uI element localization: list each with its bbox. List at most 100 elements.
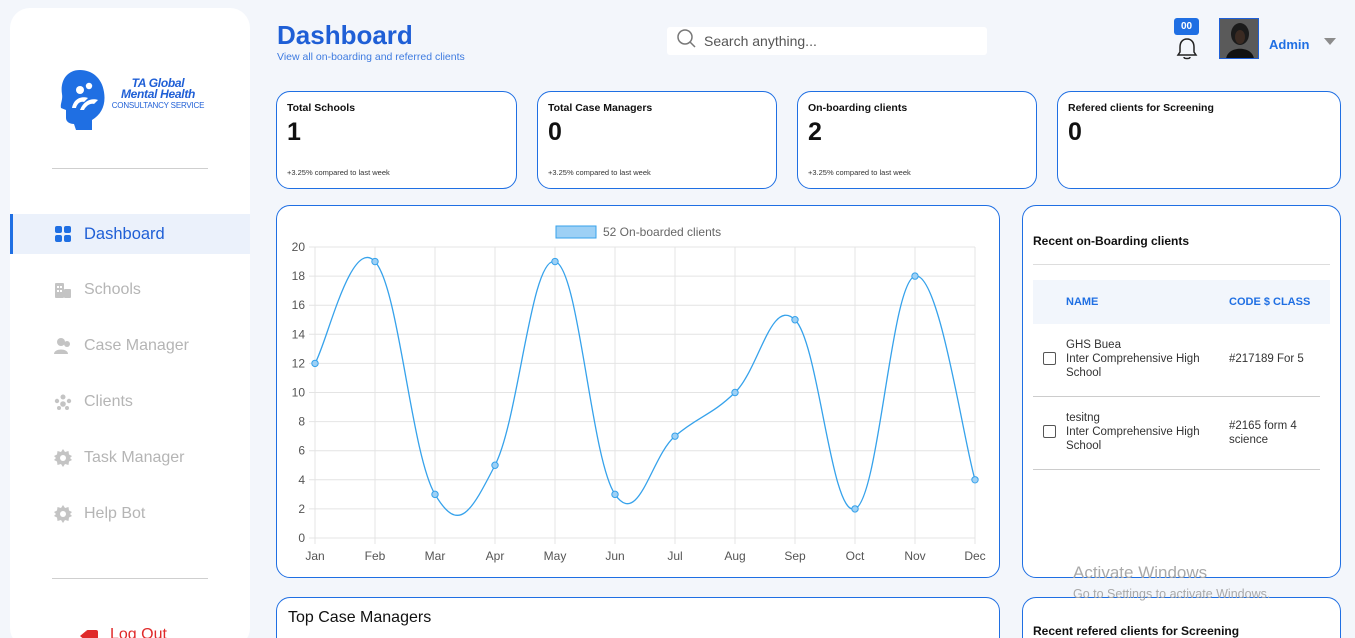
sidebar-item-label: Schools xyxy=(84,281,141,298)
x-tick-label: Mar xyxy=(425,549,446,563)
stat-footnote: +3.25% compared to last week xyxy=(808,168,911,177)
stat-footnote: +3.25% compared to last week xyxy=(287,168,390,177)
stat-footnote: +3.25% compared to last week xyxy=(548,168,651,177)
legend-label: 52 On-boarded clients xyxy=(603,225,721,239)
row-name: tesitng Inter Comprehensive High School xyxy=(1066,411,1222,453)
notification-count-badge: 00 xyxy=(1174,18,1199,35)
brand-logo[interactable]: TA Global Mental Health CONSULTANCY SERV… xyxy=(58,68,218,138)
recent-referred-title: Recent refered clients for Screening xyxy=(1033,624,1240,638)
data-point xyxy=(911,272,919,280)
search-input[interactable] xyxy=(704,33,964,49)
section-divider xyxy=(1033,264,1330,265)
brand-line3: CONSULTANCY SERVICE xyxy=(111,101,205,110)
sidebar-item-task-manager[interactable]: Task Manager xyxy=(10,438,250,478)
search-icon xyxy=(677,29,696,53)
column-header-code-class: CODE $ CLASS xyxy=(1229,296,1311,308)
brand-text: TA Global Mental Health CONSULTANCY SERV… xyxy=(106,77,210,111)
sidebar: TA Global Mental Health CONSULTANCY SERV… xyxy=(10,8,250,638)
head-logo-icon xyxy=(60,70,105,130)
logout-label: Log Out xyxy=(110,626,167,638)
x-tick-label: May xyxy=(544,549,567,563)
sidebar-item-case-manager[interactable]: Case Manager xyxy=(10,326,250,366)
sidebar-divider xyxy=(52,168,208,169)
row-checkbox[interactable] xyxy=(1043,425,1056,438)
y-tick-label: 12 xyxy=(292,356,306,370)
data-point xyxy=(971,476,979,484)
data-point xyxy=(551,257,559,266)
x-tick-label: Aug xyxy=(724,549,745,563)
x-tick-label: Apr xyxy=(486,549,505,563)
data-point xyxy=(671,432,679,440)
x-tick-label: Sep xyxy=(784,549,806,563)
top-case-managers-title: Top Case Managers xyxy=(288,609,432,626)
notification-button[interactable]: 00 xyxy=(1173,18,1201,62)
y-tick-label: 4 xyxy=(298,473,305,487)
data-point xyxy=(491,461,499,469)
sidebar-item-label: Task Manager xyxy=(84,449,185,466)
row-name-line2: Inter Comprehensive High School xyxy=(1066,426,1200,452)
row-checkbox[interactable] xyxy=(1043,352,1056,365)
bell-icon xyxy=(1176,38,1198,60)
school-icon xyxy=(54,281,72,299)
row-name-line2: Inter Comprehensive High School xyxy=(1066,353,1200,379)
stat-value: 0 xyxy=(548,118,562,146)
x-tick-label: Feb xyxy=(365,549,386,563)
gear-icon xyxy=(54,505,72,523)
user-name[interactable]: Admin xyxy=(1269,37,1309,52)
stat-title: Refered clients for Screening xyxy=(1068,102,1214,114)
page-title: Dashboard xyxy=(277,20,413,50)
users-icon xyxy=(54,337,72,355)
activate-windows-watermark: Activate Windows Go to Settings to activ… xyxy=(1073,563,1270,601)
gear-icon xyxy=(54,449,72,467)
stat-value: 2 xyxy=(808,118,822,146)
page-subtitle: View all on-boarding and referred client… xyxy=(277,51,465,63)
y-tick-label: 0 xyxy=(298,531,305,545)
sidebar-item-dashboard[interactable]: Dashboard xyxy=(10,214,250,254)
x-tick-label: Jan xyxy=(305,549,324,563)
data-point xyxy=(311,359,319,368)
recent-referred-card: Recent refered clients for Screening xyxy=(1022,597,1341,638)
brand-line2: Mental Health xyxy=(120,87,196,101)
recent-onboarding-title: Recent on-Boarding clients xyxy=(1033,234,1190,248)
sidebar-item-help-bot[interactable]: Help Bot xyxy=(10,494,250,534)
stat-card-total-schools: Total Schools 1 +3.25% compared to last … xyxy=(276,91,517,189)
logout-button[interactable]: Log Out xyxy=(80,626,167,638)
stat-title: Total Schools xyxy=(287,102,356,114)
row-name-line1: GHS Buea xyxy=(1066,339,1121,351)
data-point xyxy=(791,316,799,324)
legend-swatch xyxy=(555,225,597,239)
sidebar-item-clients[interactable]: Clients xyxy=(10,382,250,422)
x-tick-label: Jun xyxy=(605,549,624,563)
x-tick-label: Oct xyxy=(846,549,865,563)
sidebar-divider xyxy=(52,578,208,579)
x-tick-label: Dec xyxy=(964,549,985,563)
search-bar[interactable] xyxy=(667,27,987,55)
onboarding-line-chart: 0 2 4 6 8 10 12 14 16 18 20 Jan Feb Mar Apr May Jun Jul Au… xyxy=(292,225,986,563)
y-tick-label: 6 xyxy=(298,444,305,458)
table-header: NAME CODE $ CLASS xyxy=(1033,280,1330,324)
watermark-line1: Activate Windows xyxy=(1073,563,1208,582)
stat-title: On-boarding clients xyxy=(808,102,908,114)
avatar[interactable] xyxy=(1219,18,1259,59)
logout-icon xyxy=(80,628,100,638)
row-code: #217189 For 5 xyxy=(1229,353,1304,365)
x-tick-label: Nov xyxy=(904,549,925,563)
sidebar-item-schools[interactable]: Schools xyxy=(10,270,250,310)
row-code: #2165 form 4 science xyxy=(1229,420,1297,446)
sidebar-item-label: Clients xyxy=(84,393,133,410)
watermark-line2: Go to Settings to activate Windows. xyxy=(1073,587,1271,601)
y-tick-label: 20 xyxy=(292,240,306,254)
y-tick-label: 8 xyxy=(298,415,305,429)
y-tick-label: 18 xyxy=(292,269,306,283)
row-name-line1: tesitng xyxy=(1066,412,1100,424)
data-point xyxy=(611,490,619,499)
y-tick-label: 16 xyxy=(292,298,306,312)
stat-card-referred-clients: Refered clients for Screening 0 xyxy=(1057,91,1341,189)
y-tick-label: 10 xyxy=(292,386,306,400)
data-point xyxy=(731,388,739,397)
top-case-managers-card: Top Case Managers xyxy=(276,597,1000,638)
x-tick-label: Jul xyxy=(667,549,682,563)
table-row[interactable]: GHS Buea Inter Comprehensive High School… xyxy=(1033,324,1320,397)
chevron-down-icon[interactable] xyxy=(1324,38,1336,45)
table-row[interactable]: tesitng Inter Comprehensive High School … xyxy=(1033,397,1320,470)
